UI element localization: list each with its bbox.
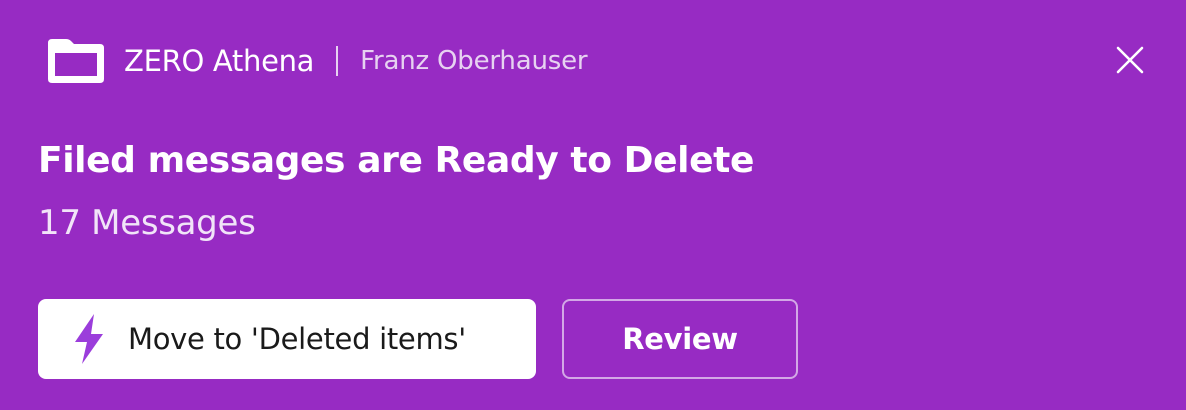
lightning-bolt-icon: [72, 312, 112, 366]
review-button-label: Review: [622, 322, 738, 356]
review-button[interactable]: Review: [562, 299, 798, 379]
toast-header: ZERO Athena Franz Oberhauser: [44, 35, 588, 87]
close-icon: [1116, 46, 1144, 74]
toast-notification: ZERO Athena Franz Oberhauser Filed messa…: [0, 0, 1186, 410]
app-name: ZERO Athena: [124, 44, 315, 78]
notification-title: Filed messages are Ready to Delete: [38, 140, 754, 181]
user-name: Franz Oberhauser: [360, 46, 588, 76]
folder-icon: [44, 35, 108, 87]
move-button-label: Move to 'Deleted items': [128, 322, 466, 356]
header-separator: [336, 46, 339, 76]
move-to-deleted-items-button[interactable]: Move to 'Deleted items': [38, 299, 536, 379]
notification-subtitle: 17 Messages: [38, 203, 256, 243]
close-button[interactable]: [1110, 40, 1150, 80]
